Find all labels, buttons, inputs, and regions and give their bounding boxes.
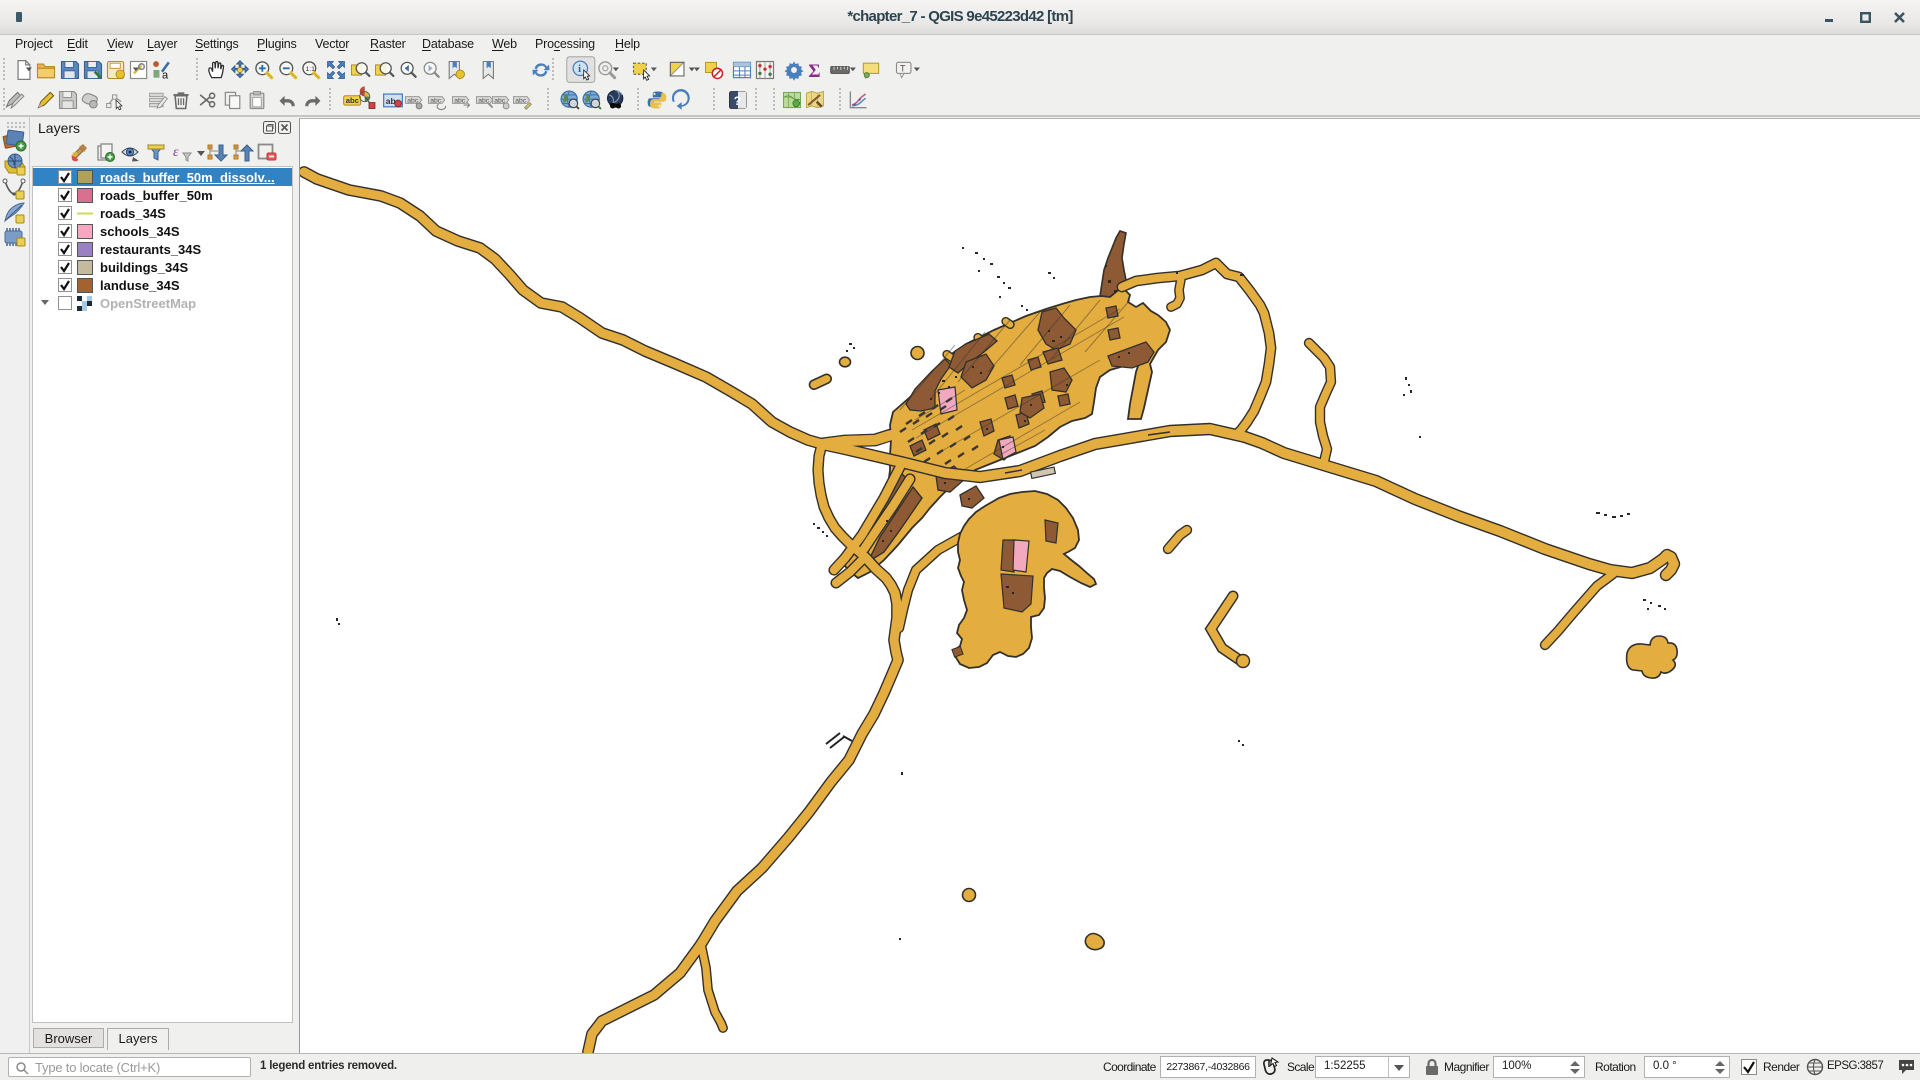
svg-text:abc: abc [515,98,527,105]
svg-text:abc: abc [478,98,490,105]
svg-text:T: T [900,63,906,73]
svg-text:abc: abc [346,96,360,105]
svg-text:i: i [578,64,581,75]
svg-text:abc: abc [454,98,466,105]
svg-text:ab: ab [386,96,396,106]
svg-text:Σ: Σ [808,61,820,82]
svg-text:a: a [162,70,169,82]
svg-text:abc: abc [430,98,442,105]
svg-text:?: ? [734,94,741,108]
svg-text:1:1: 1:1 [305,66,315,73]
svg-text:ε: ε [173,145,179,160]
